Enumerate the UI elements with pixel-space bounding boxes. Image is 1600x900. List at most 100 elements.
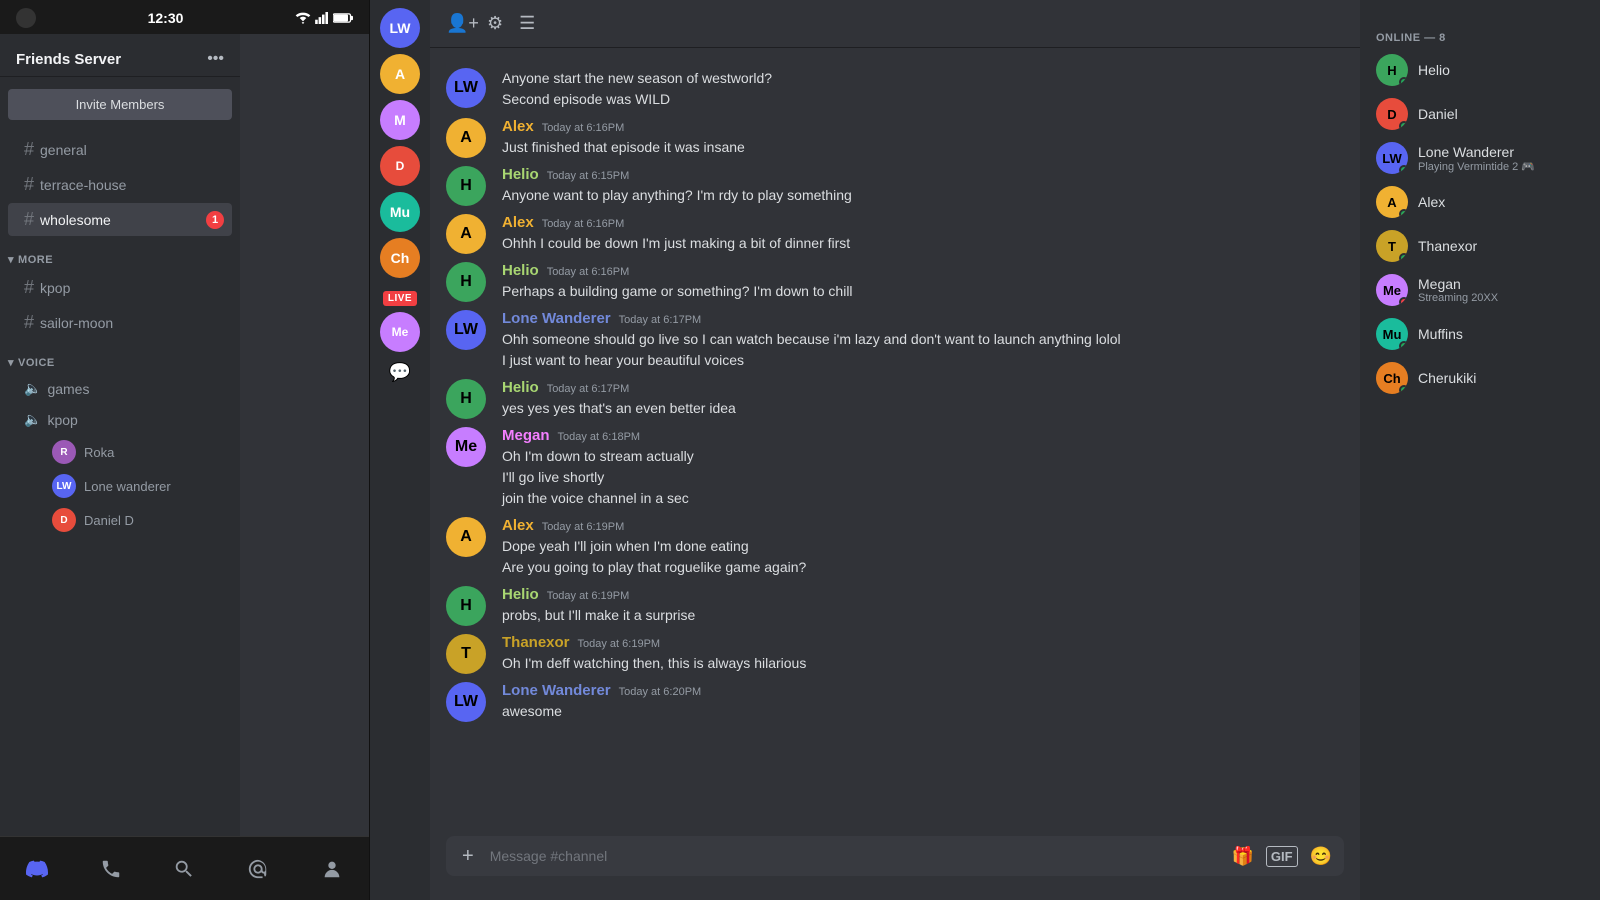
status-indicator bbox=[1399, 253, 1408, 262]
avatar: A bbox=[446, 118, 486, 158]
message-content: Anyone start the new season of westworld… bbox=[502, 68, 1344, 110]
channel-item-kpop[interactable]: # kpop bbox=[8, 271, 232, 304]
ellipsis-icon[interactable]: ••• bbox=[207, 50, 224, 68]
message-author: Helio bbox=[502, 586, 539, 603]
member-item-alex[interactable]: A Alex bbox=[1368, 180, 1592, 224]
phone-button[interactable] bbox=[100, 858, 122, 880]
discord-home-button[interactable] bbox=[26, 858, 48, 880]
avatar: H bbox=[446, 262, 486, 302]
message-text: I just want to hear your beautiful voice… bbox=[502, 350, 1344, 371]
search-button[interactable] bbox=[173, 858, 195, 880]
channel-name-wholesome: wholesome bbox=[40, 212, 206, 228]
member-item-thanexor[interactable]: T Thanexor bbox=[1368, 224, 1592, 268]
message-timestamp: Today at 6:19PM bbox=[578, 638, 661, 650]
profile-button[interactable] bbox=[321, 858, 343, 880]
channel-item-terrace[interactable]: # terrace-house bbox=[8, 168, 232, 201]
hash-icon: # bbox=[24, 277, 34, 298]
member-item-helio[interactable]: H Helio bbox=[1368, 48, 1592, 92]
voice-member-lone-wanderer[interactable]: LW Lone wanderer bbox=[8, 470, 232, 502]
member-info: Thanexor bbox=[1418, 238, 1584, 254]
message-content: Alex Today at 6:16PM Ohhh I could be dow… bbox=[502, 214, 1344, 254]
activity-avatar[interactable]: Mu bbox=[380, 192, 420, 232]
channel-item-general[interactable]: # general bbox=[8, 133, 232, 166]
activity-avatar[interactable]: D bbox=[380, 146, 420, 186]
more-section-header: ▾ MORE bbox=[0, 237, 240, 270]
avatar: Ch bbox=[1376, 362, 1408, 394]
channel-name: terrace-house bbox=[40, 177, 224, 193]
chat-header: 👤+ ⚙ ☰ bbox=[430, 0, 1360, 48]
message-author: Alex bbox=[502, 517, 534, 534]
invite-members-button[interactable]: Invite Members bbox=[8, 89, 232, 120]
member-activity: Streaming 20XX bbox=[1418, 292, 1584, 304]
member-name: Cherukiki bbox=[1418, 370, 1584, 386]
member-item-muffins[interactable]: Mu Muffins bbox=[1368, 312, 1592, 356]
member-name: Alex bbox=[1418, 194, 1584, 210]
message-input[interactable] bbox=[490, 836, 1220, 876]
message: A Alex Today at 6:16PM Just finished tha… bbox=[430, 114, 1360, 162]
messages-area: LW Anyone start the new season of westwo… bbox=[430, 48, 1360, 836]
voice-member-daniel[interactable]: D Daniel D bbox=[8, 504, 232, 536]
channel-item-sailor-moon[interactable]: # sailor-moon bbox=[8, 306, 232, 339]
phone-bottom-nav bbox=[0, 836, 369, 900]
member-info: Lone Wanderer Playing Vermintide 2 🎮 bbox=[1418, 144, 1584, 173]
mentions-button[interactable] bbox=[247, 858, 269, 880]
voice-channel-name: games bbox=[47, 381, 89, 397]
battery-icon bbox=[333, 12, 353, 24]
gif-button[interactable]: GIF bbox=[1266, 846, 1298, 867]
message-timestamp: Today at 6:18PM bbox=[558, 431, 641, 443]
member-info: Cherukiki bbox=[1418, 370, 1584, 386]
chat-input-wrapper: + 🎁 GIF 😊 bbox=[446, 836, 1344, 876]
avatar: A bbox=[446, 517, 486, 557]
message-timestamp: Today at 6:20PM bbox=[619, 686, 702, 698]
speaker-icon: 🔈 bbox=[24, 380, 41, 397]
status-indicator bbox=[1399, 165, 1408, 174]
speaker-icon: 🔈 bbox=[24, 411, 41, 428]
avatar: LW bbox=[446, 682, 486, 722]
message-header: Helio Today at 6:15PM bbox=[502, 166, 1344, 183]
member-name: Helio bbox=[1418, 62, 1584, 78]
message-text: Are you going to play that roguelike gam… bbox=[502, 557, 1344, 578]
phone-status-icons bbox=[295, 12, 353, 24]
settings-icon[interactable]: ⚙ bbox=[487, 13, 503, 34]
message-author: Lone Wanderer bbox=[502, 310, 611, 327]
voice-channel-games[interactable]: 🔈 games bbox=[8, 374, 232, 403]
message-text: probs, but I'll make it a surprise bbox=[502, 605, 1344, 626]
channel-item-wholesome[interactable]: # wholesome 1 bbox=[8, 203, 232, 236]
channel-badge: 1 bbox=[206, 211, 224, 229]
sidebar-header: Friends Server ••• bbox=[0, 34, 240, 77]
hash-icon: # bbox=[24, 312, 34, 333]
emoji-button[interactable]: 😊 bbox=[1306, 842, 1336, 871]
message-timestamp: Today at 6:17PM bbox=[547, 383, 630, 395]
activity-avatar[interactable]: Ch bbox=[380, 238, 420, 278]
activity-avatar[interactable]: LW bbox=[380, 8, 420, 48]
message-text: yes yes yes that's an even better idea bbox=[502, 398, 1344, 419]
main-chat-area: 👤+ ⚙ ☰ LW Anyone start the new season of… bbox=[430, 0, 1360, 900]
voice-channel-kpop[interactable]: 🔈 kpop bbox=[8, 405, 232, 434]
phone-status-bar: 12:30 bbox=[0, 0, 369, 34]
gift-icon[interactable]: 🎁 bbox=[1227, 842, 1257, 871]
message-header: Thanexor Today at 6:19PM bbox=[502, 634, 1344, 651]
activity-avatar-list: LW A M D Mu Ch LIVE Me 💬 bbox=[370, 0, 430, 900]
member-item-cherukiki[interactable]: Ch Cherukiki bbox=[1368, 356, 1592, 400]
message: H Helio Today at 6:19PM probs, but I'll … bbox=[430, 582, 1360, 630]
member-item-lone-wanderer[interactable]: LW Lone Wanderer Playing Vermintide 2 🎮 bbox=[1368, 136, 1592, 180]
hamburger-icon[interactable]: ☰ bbox=[519, 13, 535, 34]
member-item-daniel[interactable]: D Daniel bbox=[1368, 92, 1592, 136]
activity-avatar[interactable]: M bbox=[380, 100, 420, 140]
channel-name: general bbox=[40, 142, 224, 158]
message: LW Lone Wanderer Today at 6:20PM awesome bbox=[430, 678, 1360, 726]
channel-sidebar: Friends Server ••• Invite Members # gene… bbox=[0, 34, 240, 836]
activity-avatar[interactable]: A bbox=[380, 54, 420, 94]
activity-avatar[interactable]: Me bbox=[380, 312, 420, 352]
voice-member-roka[interactable]: R Roka bbox=[8, 436, 232, 468]
message: H Helio Today at 6:16PM Perhaps a buildi… bbox=[430, 258, 1360, 306]
message-content: Lone Wanderer Today at 6:17PM Ohh someon… bbox=[502, 310, 1344, 371]
message-text: Second episode was WILD bbox=[502, 89, 1344, 110]
member-item-megan[interactable]: Me Megan Streaming 20XX bbox=[1368, 268, 1592, 312]
status-indicator bbox=[1399, 297, 1408, 306]
member-add-icon[interactable]: 👤+ bbox=[446, 13, 479, 34]
add-attachment-button[interactable]: + bbox=[454, 837, 482, 876]
message-header: Alex Today at 6:16PM bbox=[502, 118, 1344, 135]
message: Me Megan Today at 6:18PM Oh I'm down to … bbox=[430, 423, 1360, 513]
message-header: Lone Wanderer Today at 6:20PM bbox=[502, 682, 1344, 699]
